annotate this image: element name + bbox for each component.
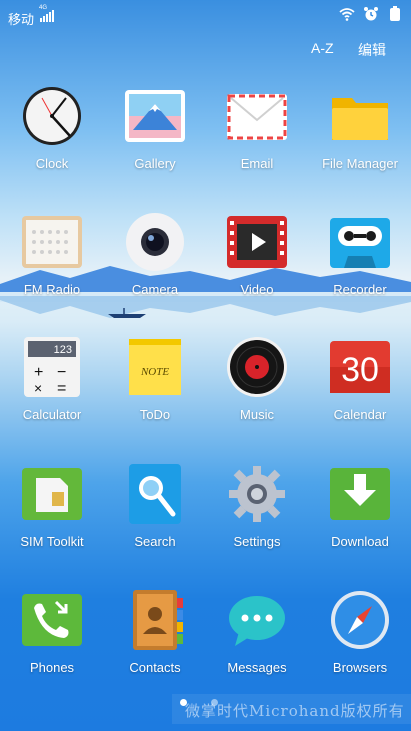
calc-display: 123	[54, 344, 72, 356]
app-label: Contacts	[129, 660, 181, 675]
app-label: Settings	[233, 534, 281, 549]
watermark-text: 微掌时代Microhand版权所有	[185, 702, 405, 720]
calendar-icon: 30	[330, 341, 390, 393]
app-camera[interactable]: Camera	[103, 212, 207, 316]
app-label: Email	[240, 156, 274, 171]
cassette-icon	[330, 218, 390, 268]
compass-icon	[331, 591, 389, 649]
app-todo[interactable]: NOTE ToDo	[103, 337, 207, 441]
app-contacts[interactable]: Contacts	[103, 590, 207, 694]
app-clock[interactable]: Clock	[0, 86, 104, 190]
app-video[interactable]: Video	[205, 212, 309, 316]
app-label: Gallery	[134, 156, 176, 171]
app-browsers[interactable]: Browsers	[308, 590, 411, 694]
app-label: Camera	[131, 282, 179, 297]
app-download[interactable]: Download	[308, 464, 411, 568]
app-label: Search	[134, 534, 176, 549]
app-label: Recorder	[333, 282, 387, 297]
vinyl-icon	[227, 337, 287, 397]
sim-card-icon	[22, 468, 82, 520]
svg-text:−: −	[57, 364, 66, 381]
app-gallery[interactable]: Gallery	[103, 86, 207, 190]
phone-icon	[22, 594, 82, 646]
app-messages[interactable]: Messages	[205, 590, 309, 694]
download-icon	[330, 468, 390, 520]
app-calculator[interactable]: 123 + − × = Calculator	[0, 337, 104, 441]
app-label: SIM Toolkit	[20, 534, 84, 549]
app-sim-toolkit[interactable]: SIM Toolkit	[0, 464, 104, 568]
svg-text:+: +	[34, 364, 43, 381]
app-settings[interactable]: Settings	[205, 464, 309, 568]
app-label: Calculator	[22, 407, 82, 422]
camera-icon	[126, 213, 184, 271]
app-label: ToDo	[139, 407, 171, 422]
app-label: Download	[331, 534, 389, 549]
app-label: Music	[240, 407, 274, 422]
svg-text:=: =	[57, 380, 66, 397]
calendar-day: 30	[341, 351, 379, 389]
app-label: Messages	[227, 660, 287, 675]
svg-text:×: ×	[34, 380, 42, 396]
note-icon: NOTE	[129, 339, 181, 395]
calculator-icon: 123 + −× =	[24, 337, 80, 397]
app-label: Clock	[35, 156, 69, 171]
app-label: Calendar	[333, 407, 387, 422]
radio-icon	[22, 216, 82, 268]
app-calendar[interactable]: 30 Calendar	[308, 337, 411, 441]
video-icon	[227, 216, 287, 268]
clock-icon	[23, 87, 81, 145]
app-music[interactable]: Music	[205, 337, 309, 441]
gear-icon	[229, 466, 285, 522]
gallery-icon	[125, 90, 185, 142]
folder-icon	[332, 98, 388, 140]
message-bubble-icon	[229, 596, 285, 646]
app-file-manager[interactable]: File Manager	[308, 86, 411, 190]
search-icon	[129, 464, 181, 524]
app-email[interactable]: Email	[205, 86, 309, 190]
app-label: Phones	[29, 660, 75, 675]
email-icon	[227, 94, 287, 140]
note-text: NOTE	[140, 366, 169, 378]
app-search[interactable]: Search	[103, 464, 207, 568]
app-label: Video	[240, 282, 274, 297]
app-label: Browsers	[332, 660, 388, 675]
app-recorder[interactable]: Recorder	[308, 212, 411, 316]
app-label: FM Radio	[23, 282, 81, 297]
app-phones[interactable]: Phones	[0, 590, 104, 694]
app-fm-radio[interactable]: FM Radio	[0, 212, 104, 316]
app-label: File Manager	[322, 156, 398, 171]
contacts-book-icon	[133, 590, 183, 650]
